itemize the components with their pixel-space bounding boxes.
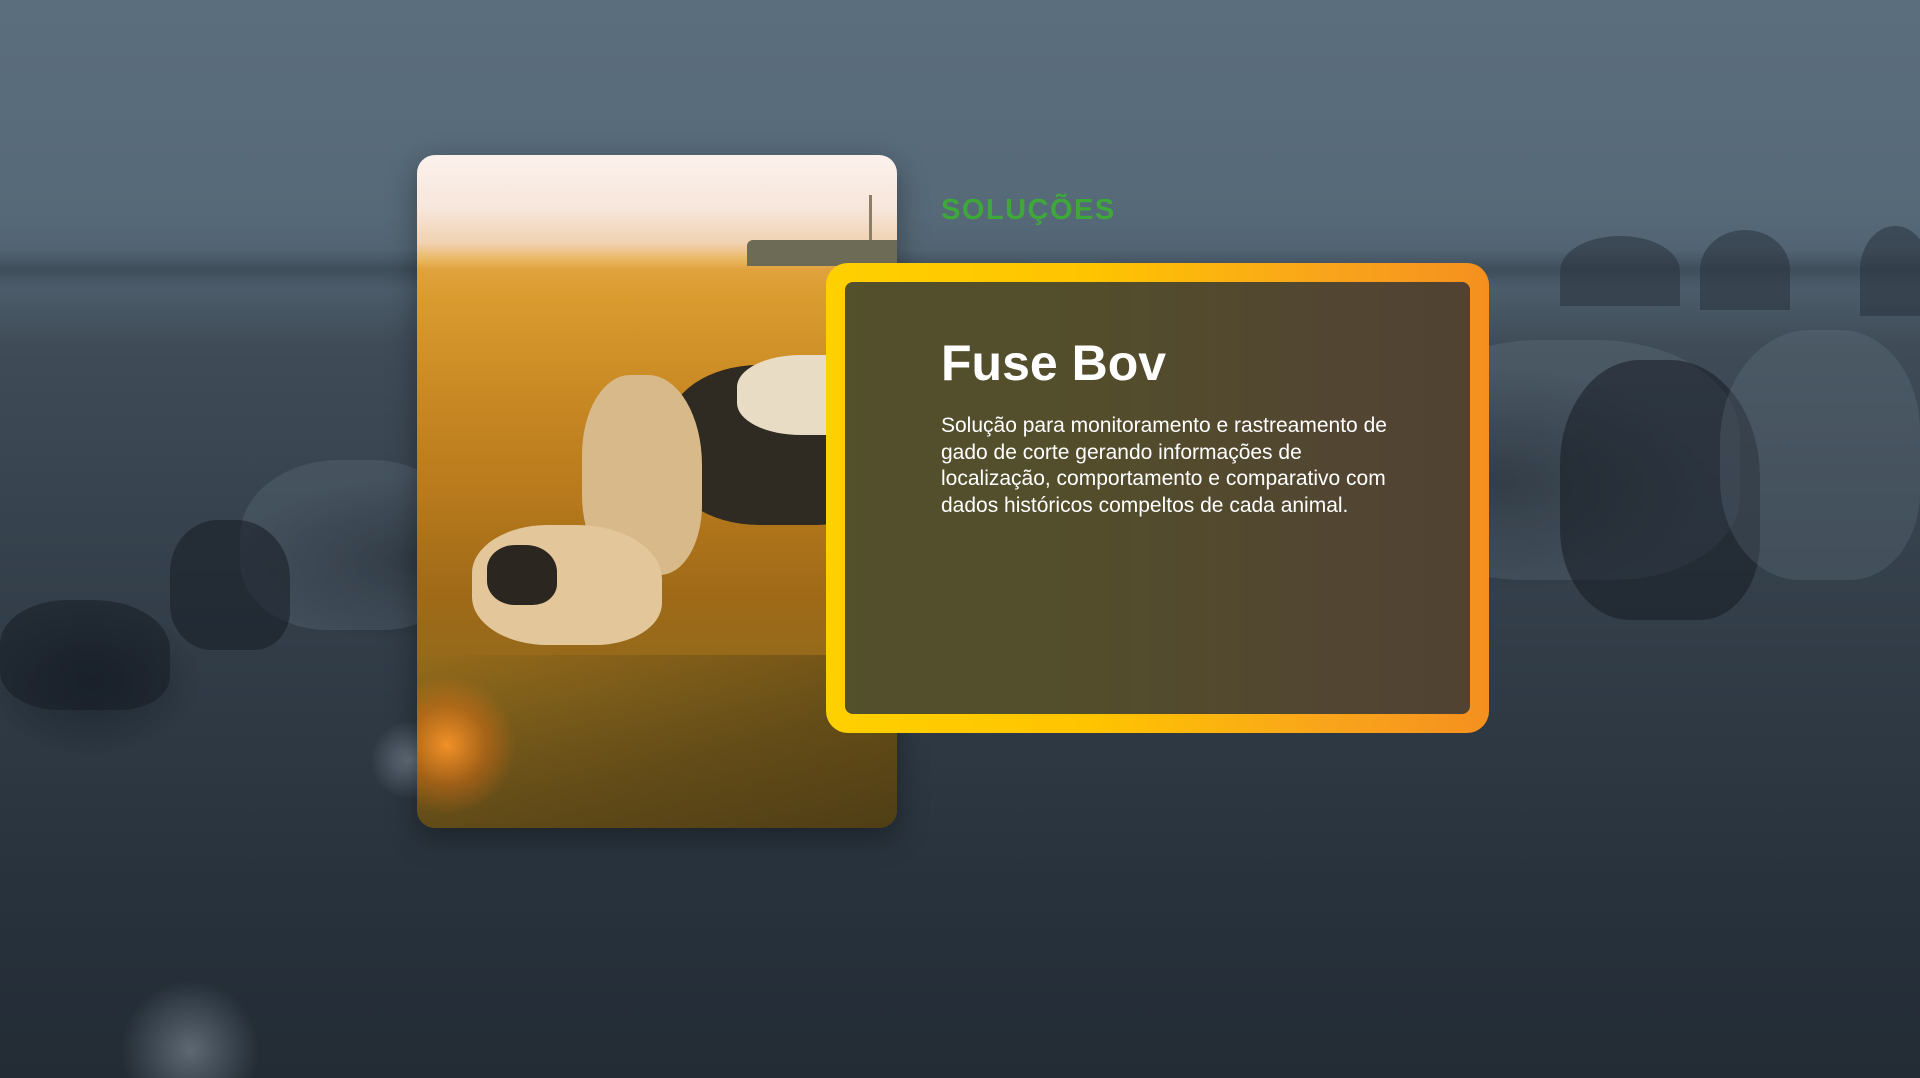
cow-silhouette <box>487 545 557 605</box>
sunset-cattle-photo-card <box>417 155 897 828</box>
cow-silhouette <box>0 600 170 710</box>
tree-silhouette <box>1560 236 1680 306</box>
product-description: Solução para monitoramento e rastreament… <box>941 414 1387 517</box>
cow-silhouette <box>1720 330 1920 580</box>
section-eyebrow: SOLUÇÕES <box>941 194 1116 226</box>
lens-bokeh <box>120 980 260 1078</box>
hero-section: SOLUÇÕES Fuse Bov Solução para monitoram… <box>0 0 1920 1078</box>
tree-silhouette <box>1700 230 1790 310</box>
product-title: Fuse Bov <box>941 335 1167 391</box>
cow-silhouette <box>170 520 290 650</box>
tree-silhouette <box>1860 226 1920 316</box>
